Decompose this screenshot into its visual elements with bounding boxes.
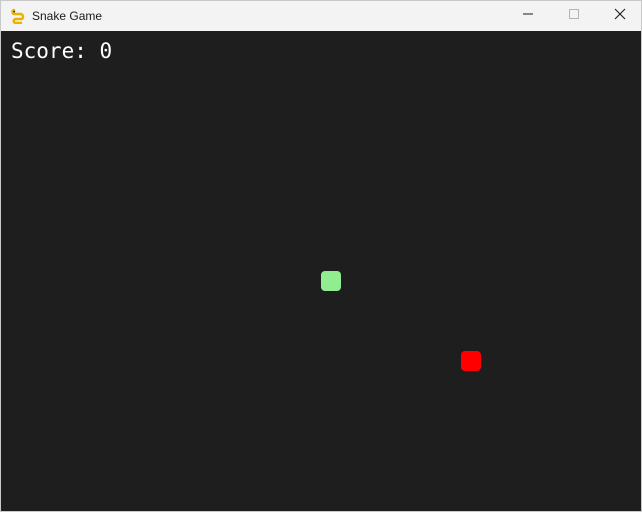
close-icon [614, 7, 626, 25]
snake-app-icon [10, 8, 26, 25]
minimize-icon [522, 7, 534, 25]
game-window: Snake Game Score: 0 [0, 0, 642, 512]
minimize-button[interactable] [505, 1, 551, 31]
close-button[interactable] [597, 1, 641, 31]
snake-head [321, 271, 341, 291]
maximize-button[interactable] [551, 1, 597, 31]
score-label: Score: 0 [11, 39, 113, 63]
window-title: Snake Game [32, 9, 103, 23]
food-item [461, 351, 481, 371]
game-canvas[interactable]: Score: 0 [1, 31, 641, 511]
maximize-icon [568, 7, 580, 25]
title-bar[interactable]: Snake Game [1, 1, 641, 31]
